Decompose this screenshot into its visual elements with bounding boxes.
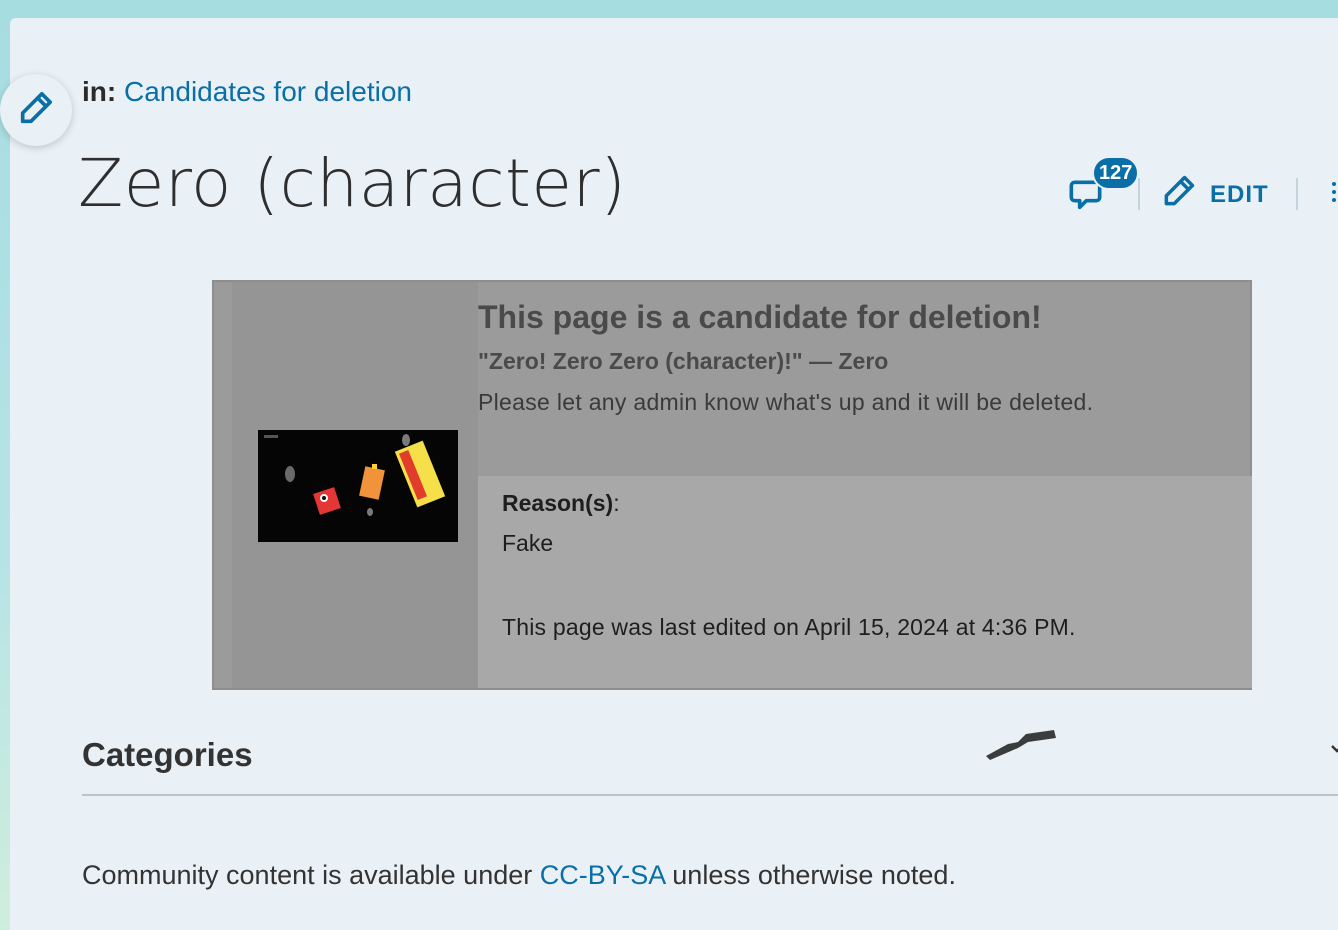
categories-section[interactable]: Categories <box>82 728 1338 796</box>
notice-quote: "Zero! Zero Zero (character)!" — Zero <box>478 348 889 374</box>
notice-heading: This page is a candidate for deletion! <box>478 299 1042 335</box>
notice-plea: Please let any admin know what's up and … <box>478 389 1094 415</box>
pencil-icon <box>16 88 56 133</box>
comment-icon <box>1068 180 1108 218</box>
reason-label: Reason(s): <box>502 490 620 516</box>
license-link[interactable]: CC-BY-SA <box>540 860 665 890</box>
breadcrumb-category-link[interactable]: Candidates for deletion <box>124 76 412 107</box>
chevron-down-icon <box>1330 742 1338 761</box>
categories-heading: Categories <box>82 736 253 773</box>
notice-thumbnail <box>258 430 458 542</box>
action-divider <box>1296 178 1298 210</box>
license-prefix: Community content is available under <box>82 860 540 890</box>
page-title: Zero (character) <box>78 145 627 222</box>
last-edited-text: This page was last edited on April 15, 2… <box>502 614 1076 640</box>
license-suffix: unless otherwise noted. <box>664 860 956 890</box>
notice-header: This page is a candidate for deletion! "… <box>478 296 1238 416</box>
article-page: in: Candidates for deletion Zero (charac… <box>0 18 1338 930</box>
breadcrumb: in: Candidates for deletion <box>82 74 412 110</box>
comment-count-badge[interactable]: 127 <box>1092 156 1140 190</box>
license-notice: Community content is available under CC-… <box>82 860 956 891</box>
notice-image-column <box>232 282 478 688</box>
pencil-icon <box>1160 172 1198 217</box>
action-divider <box>1138 178 1140 210</box>
kebab-menu-icon[interactable] <box>1332 178 1338 210</box>
edit-button[interactable]: EDIT <box>1160 172 1269 217</box>
edit-label: EDIT <box>1210 180 1269 208</box>
page-actions: 127 EDIT <box>1068 156 1338 226</box>
breadcrumb-prefix: in: <box>82 76 117 107</box>
reason-box: Reason(s): Fake This page was last edite… <box>478 476 1252 688</box>
floating-edit-button[interactable] <box>0 74 72 146</box>
reason-value: Fake <box>502 530 554 556</box>
deletion-notice: This page is a candidate for deletion! "… <box>212 280 1252 690</box>
